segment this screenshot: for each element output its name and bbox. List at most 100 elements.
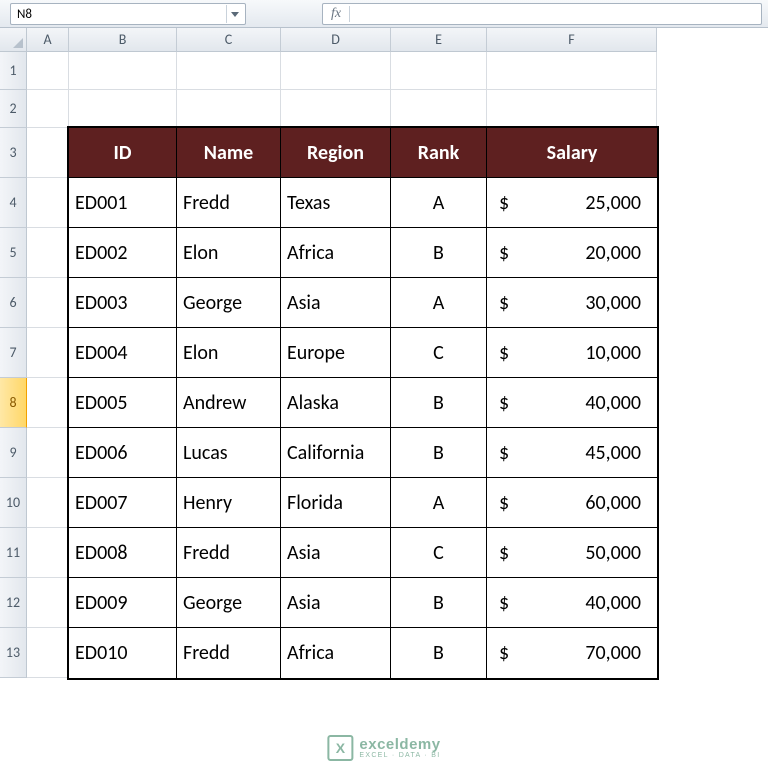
- cell-region[interactable]: Asia: [281, 578, 391, 628]
- cell[interactable]: [27, 128, 69, 178]
- cell-region[interactable]: Asia: [281, 528, 391, 578]
- cell-salary[interactable]: $30,000: [487, 278, 657, 328]
- row-header[interactable]: 3: [0, 128, 27, 178]
- column-header[interactable]: F: [487, 28, 657, 52]
- cell[interactable]: [27, 328, 69, 378]
- cell-rank[interactable]: A: [391, 178, 487, 228]
- column-header[interactable]: B: [69, 28, 177, 52]
- cell[interactable]: [487, 90, 657, 128]
- cell[interactable]: [27, 178, 69, 228]
- cell[interactable]: [177, 52, 281, 90]
- cell-id[interactable]: ED010: [69, 628, 177, 678]
- table-header-cell[interactable]: ID: [69, 128, 177, 178]
- cell-region[interactable]: Africa: [281, 228, 391, 278]
- cell-id[interactable]: ED006: [69, 428, 177, 478]
- cell-name[interactable]: Andrew: [177, 378, 281, 428]
- cell[interactable]: [27, 90, 69, 128]
- cell[interactable]: [69, 90, 177, 128]
- cell-rank[interactable]: B: [391, 578, 487, 628]
- cell-name[interactable]: Henry: [177, 478, 281, 528]
- cell[interactable]: [281, 52, 391, 90]
- table-header-cell[interactable]: Rank: [391, 128, 487, 178]
- cell-rank[interactable]: C: [391, 328, 487, 378]
- cell-name[interactable]: Fredd: [177, 628, 281, 678]
- cell[interactable]: [27, 278, 69, 328]
- cell-salary[interactable]: $60,000: [487, 478, 657, 528]
- table-header-cell[interactable]: Salary: [487, 128, 657, 178]
- cell-id[interactable]: ED007: [69, 478, 177, 528]
- cell[interactable]: [27, 228, 69, 278]
- cell-name[interactable]: Fredd: [177, 528, 281, 578]
- cell[interactable]: [27, 478, 69, 528]
- cell[interactable]: [177, 90, 281, 128]
- cell[interactable]: [391, 90, 487, 128]
- row-header[interactable]: 10: [0, 478, 27, 528]
- cell-salary[interactable]: $45,000: [487, 428, 657, 478]
- cell[interactable]: [27, 628, 69, 678]
- column-header[interactable]: E: [391, 28, 487, 52]
- cell-rank[interactable]: B: [391, 378, 487, 428]
- column-header[interactable]: D: [281, 28, 391, 52]
- row-header[interactable]: 1: [0, 52, 27, 90]
- row-header[interactable]: 6: [0, 278, 27, 328]
- cell-region[interactable]: California: [281, 428, 391, 478]
- cell-salary[interactable]: $10,000: [487, 328, 657, 378]
- cell-salary[interactable]: $20,000: [487, 228, 657, 278]
- cell-salary[interactable]: $25,000: [487, 178, 657, 228]
- row-header[interactable]: 11: [0, 528, 27, 578]
- cell-id[interactable]: ED009: [69, 578, 177, 628]
- name-box[interactable]: [10, 3, 246, 25]
- cell[interactable]: [27, 52, 69, 90]
- cell-id[interactable]: ED001: [69, 178, 177, 228]
- cell-rank[interactable]: B: [391, 428, 487, 478]
- select-all-corner[interactable]: [0, 28, 27, 52]
- cell-rank[interactable]: A: [391, 278, 487, 328]
- cell[interactable]: [281, 90, 391, 128]
- cell-salary[interactable]: $40,000: [487, 578, 657, 628]
- row-header[interactable]: 9: [0, 428, 27, 478]
- cell-name[interactable]: Elon: [177, 228, 281, 278]
- cell-region[interactable]: Florida: [281, 478, 391, 528]
- cell-region[interactable]: Europe: [281, 328, 391, 378]
- row-header[interactable]: 13: [0, 628, 27, 678]
- column-header[interactable]: C: [177, 28, 281, 52]
- cell-name[interactable]: George: [177, 578, 281, 628]
- cell[interactable]: [391, 52, 487, 90]
- table-header-cell[interactable]: Name: [177, 128, 281, 178]
- table-header-cell[interactable]: Region: [281, 128, 391, 178]
- cell[interactable]: [69, 52, 177, 90]
- cell-rank[interactable]: B: [391, 228, 487, 278]
- column-header[interactable]: A: [27, 28, 69, 52]
- cell-name[interactable]: Elon: [177, 328, 281, 378]
- cell-region[interactable]: Alaska: [281, 378, 391, 428]
- cell-name[interactable]: Fredd: [177, 178, 281, 228]
- cell-name[interactable]: Lucas: [177, 428, 281, 478]
- row-header[interactable]: 5: [0, 228, 27, 278]
- cell[interactable]: [27, 578, 69, 628]
- cell-region[interactable]: Asia: [281, 278, 391, 328]
- name-box-input[interactable]: [17, 7, 226, 22]
- cell-rank[interactable]: A: [391, 478, 487, 528]
- fx-button[interactable]: fx: [327, 6, 350, 22]
- cell-id[interactable]: ED008: [69, 528, 177, 578]
- cell-salary[interactable]: $40,000: [487, 378, 657, 428]
- cell-name[interactable]: George: [177, 278, 281, 328]
- cell-rank[interactable]: C: [391, 528, 487, 578]
- row-header[interactable]: 8: [0, 378, 27, 428]
- row-header[interactable]: 7: [0, 328, 27, 378]
- cell[interactable]: [27, 378, 69, 428]
- cell-salary[interactable]: $50,000: [487, 528, 657, 578]
- cell-id[interactable]: ED005: [69, 378, 177, 428]
- cell[interactable]: [27, 528, 69, 578]
- formula-input[interactable]: [350, 7, 757, 22]
- name-box-dropdown[interactable]: [226, 5, 241, 23]
- cell-id[interactable]: ED004: [69, 328, 177, 378]
- cell-region[interactable]: Africa: [281, 628, 391, 678]
- row-header[interactable]: 12: [0, 578, 27, 628]
- cell-id[interactable]: ED002: [69, 228, 177, 278]
- cell[interactable]: [27, 428, 69, 478]
- cell-rank[interactable]: B: [391, 628, 487, 678]
- cell-salary[interactable]: $70,000: [487, 628, 657, 678]
- cell[interactable]: [487, 52, 657, 90]
- cell-region[interactable]: Texas: [281, 178, 391, 228]
